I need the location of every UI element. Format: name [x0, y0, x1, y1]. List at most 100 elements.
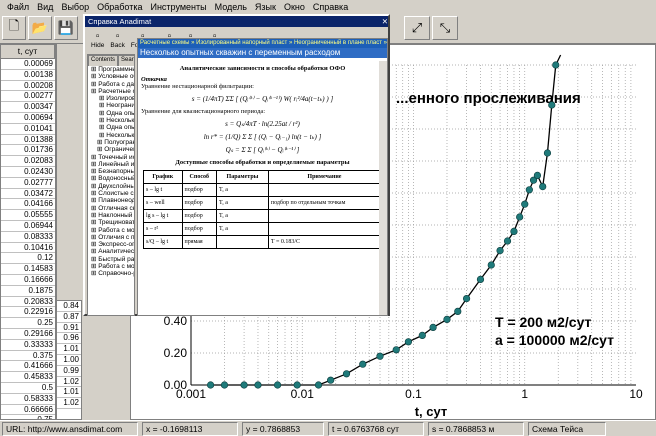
tree-item[interactable]: ⊞ Ограниченный	[88, 146, 134, 153]
menu-item-1[interactable]: Вид	[33, 0, 57, 14]
table-row[interactable]: 0.5	[1, 383, 55, 394]
data-point[interactable]	[443, 315, 451, 324]
menu-item-4[interactable]: Инструменты	[146, 0, 210, 14]
data-point[interactable]	[254, 381, 262, 389]
data-point[interactable]	[273, 381, 282, 389]
help-tool-hide[interactable]: ▫ Hide	[91, 31, 104, 49]
table-row[interactable]: 0.02777	[1, 178, 55, 189]
table-row[interactable]: 0.02083	[1, 156, 55, 167]
table-row[interactable]: 0.00694	[1, 113, 55, 124]
tree-item[interactable]: ⊞ Условные обозначения	[88, 73, 134, 80]
data-point[interactable]	[454, 307, 462, 316]
tree-item[interactable]: ⊞ Несколько оп	[88, 132, 134, 139]
data-point[interactable]	[539, 183, 547, 191]
collapse-icon[interactable]: ⤡	[432, 16, 458, 40]
data-point[interactable]	[510, 227, 518, 235]
close-icon[interactable]: ✕	[382, 16, 388, 27]
table-row[interactable]: 0.33333	[1, 340, 55, 351]
data-point[interactable]	[342, 370, 351, 378]
menu-item-0[interactable]: Файл	[3, 0, 33, 14]
table-row[interactable]: 0.03472	[1, 189, 55, 200]
table-row[interactable]: 0.14583	[1, 264, 55, 275]
data-point[interactable]	[206, 381, 215, 389]
table-row[interactable]: 0.20833	[1, 297, 55, 308]
tree-item[interactable]: ⊞ Плавнонеоднородный	[88, 197, 134, 204]
data-point[interactable]	[552, 61, 560, 69]
column-header-t[interactable]: t, сут	[1, 45, 55, 58]
tree-item[interactable]: ⊞ Точечный источник	[88, 154, 134, 161]
data-point[interactable]	[376, 352, 384, 360]
tree-item[interactable]: ⊞ Неограниченные	[88, 102, 134, 109]
tree-item[interactable]: ⊞ Расчетные схемы	[88, 88, 134, 95]
table-row[interactable]: 0.01736	[1, 145, 55, 157]
table-row[interactable]: 0.41666	[1, 361, 55, 373]
tree-item[interactable]: ⊞ Отличная скорость	[88, 205, 134, 212]
save-icon[interactable]: 💾	[54, 16, 78, 40]
table-row[interactable]: 0.25	[1, 318, 55, 329]
data-point[interactable]	[496, 247, 504, 255]
menu-item-7[interactable]: Окно	[280, 0, 309, 14]
tree-item[interactable]: ⊞ Двухслойный водоносный	[88, 183, 134, 190]
data-point[interactable]	[327, 376, 335, 384]
data-point[interactable]	[516, 213, 524, 221]
menu-item-2[interactable]: Выбор	[57, 0, 93, 14]
data-point[interactable]	[503, 237, 512, 245]
help-tab[interactable]: Contents	[88, 55, 119, 66]
tree-item[interactable]: ⊞ Работа с моделями	[88, 227, 134, 234]
table-row[interactable]: 0.1875	[1, 286, 55, 297]
new-file-icon[interactable]: 🗋	[2, 16, 26, 40]
table-row[interactable]: 0.375	[1, 351, 55, 362]
data-point[interactable]	[220, 381, 229, 389]
table-row[interactable]: 0.58333	[1, 394, 55, 405]
table-row[interactable]: 0.10416	[1, 243, 55, 254]
data-point[interactable]	[521, 200, 529, 208]
data-point[interactable]	[359, 360, 367, 368]
tree-item[interactable]: ⊞ Быстрый расчет	[88, 256, 134, 263]
data-point[interactable]	[487, 261, 495, 269]
help-tab[interactable]: Search	[118, 55, 134, 66]
table-row[interactable]: 0.02430	[1, 167, 55, 178]
tree-item[interactable]: ⊞ Водоносный комплекс	[88, 175, 134, 182]
data-point[interactable]	[525, 186, 533, 194]
tree-item[interactable]: ⊞ Одна опытная	[88, 124, 134, 131]
data-point[interactable]	[476, 275, 485, 283]
data-point[interactable]	[293, 381, 301, 389]
table-row[interactable]: 0.00277	[1, 91, 55, 103]
data-point[interactable]	[533, 171, 542, 179]
data-point[interactable]	[404, 338, 413, 346]
table-row[interactable]: 0.45833	[1, 372, 55, 383]
data-point[interactable]	[548, 101, 556, 109]
open-folder-icon[interactable]: 📂	[28, 16, 52, 40]
help-tool-back[interactable]: ▫ Back	[110, 31, 124, 49]
tree-item[interactable]: ⊞ Изолированные	[88, 95, 134, 102]
help-window[interactable]: Справка Anadimat ✕ ▫Hide▫Back▫Forward▫Ho…	[83, 14, 390, 316]
tree-item[interactable]: ⊞ Работа с данными	[88, 81, 134, 88]
data-point[interactable]	[418, 331, 426, 340]
help-scrollbar[interactable]	[379, 61, 387, 315]
table-row[interactable]: 0.22916	[1, 307, 55, 319]
tree-item[interactable]: ⊞ Несколько оп	[88, 117, 134, 124]
menu-item-6[interactable]: Язык	[251, 0, 280, 14]
table-row[interactable]: 0.06944	[1, 221, 55, 232]
menu-item-3[interactable]: Обработка	[93, 0, 146, 14]
tree-item[interactable]: ⊞ Одна опытная	[88, 110, 134, 117]
table-row[interactable]: 0.16666	[1, 275, 55, 286]
table-row[interactable]: 0.05555	[1, 210, 55, 221]
help-title-bar[interactable]: Справка Anadimat ✕	[85, 16, 388, 27]
data-point[interactable]	[240, 381, 248, 389]
tree-item[interactable]: ⊞ Экспресс-опробования	[88, 241, 134, 248]
table-row[interactable]: 0.08333	[1, 232, 55, 243]
data-point[interactable]	[462, 295, 471, 303]
data-point[interactable]	[543, 149, 552, 157]
tree-item[interactable]: ⊞ Аналитическое моделирование	[88, 248, 134, 255]
table-row[interactable]: 0.01041	[1, 124, 55, 135]
table-row[interactable]: 0.12	[1, 253, 55, 265]
table-row[interactable]: 0.00069	[1, 59, 55, 70]
data-point[interactable]	[429, 323, 437, 332]
menu-item-8[interactable]: Справка	[309, 0, 352, 14]
tree-item[interactable]: ⊞ Работа с моделями	[88, 263, 134, 270]
table-row[interactable]: 0.00208	[1, 81, 55, 92]
menu-item-5[interactable]: Модель	[211, 0, 251, 14]
table-row[interactable]: 0.04166	[1, 199, 55, 211]
tree-item[interactable]: ⊞ Трещиноватый	[88, 219, 134, 226]
